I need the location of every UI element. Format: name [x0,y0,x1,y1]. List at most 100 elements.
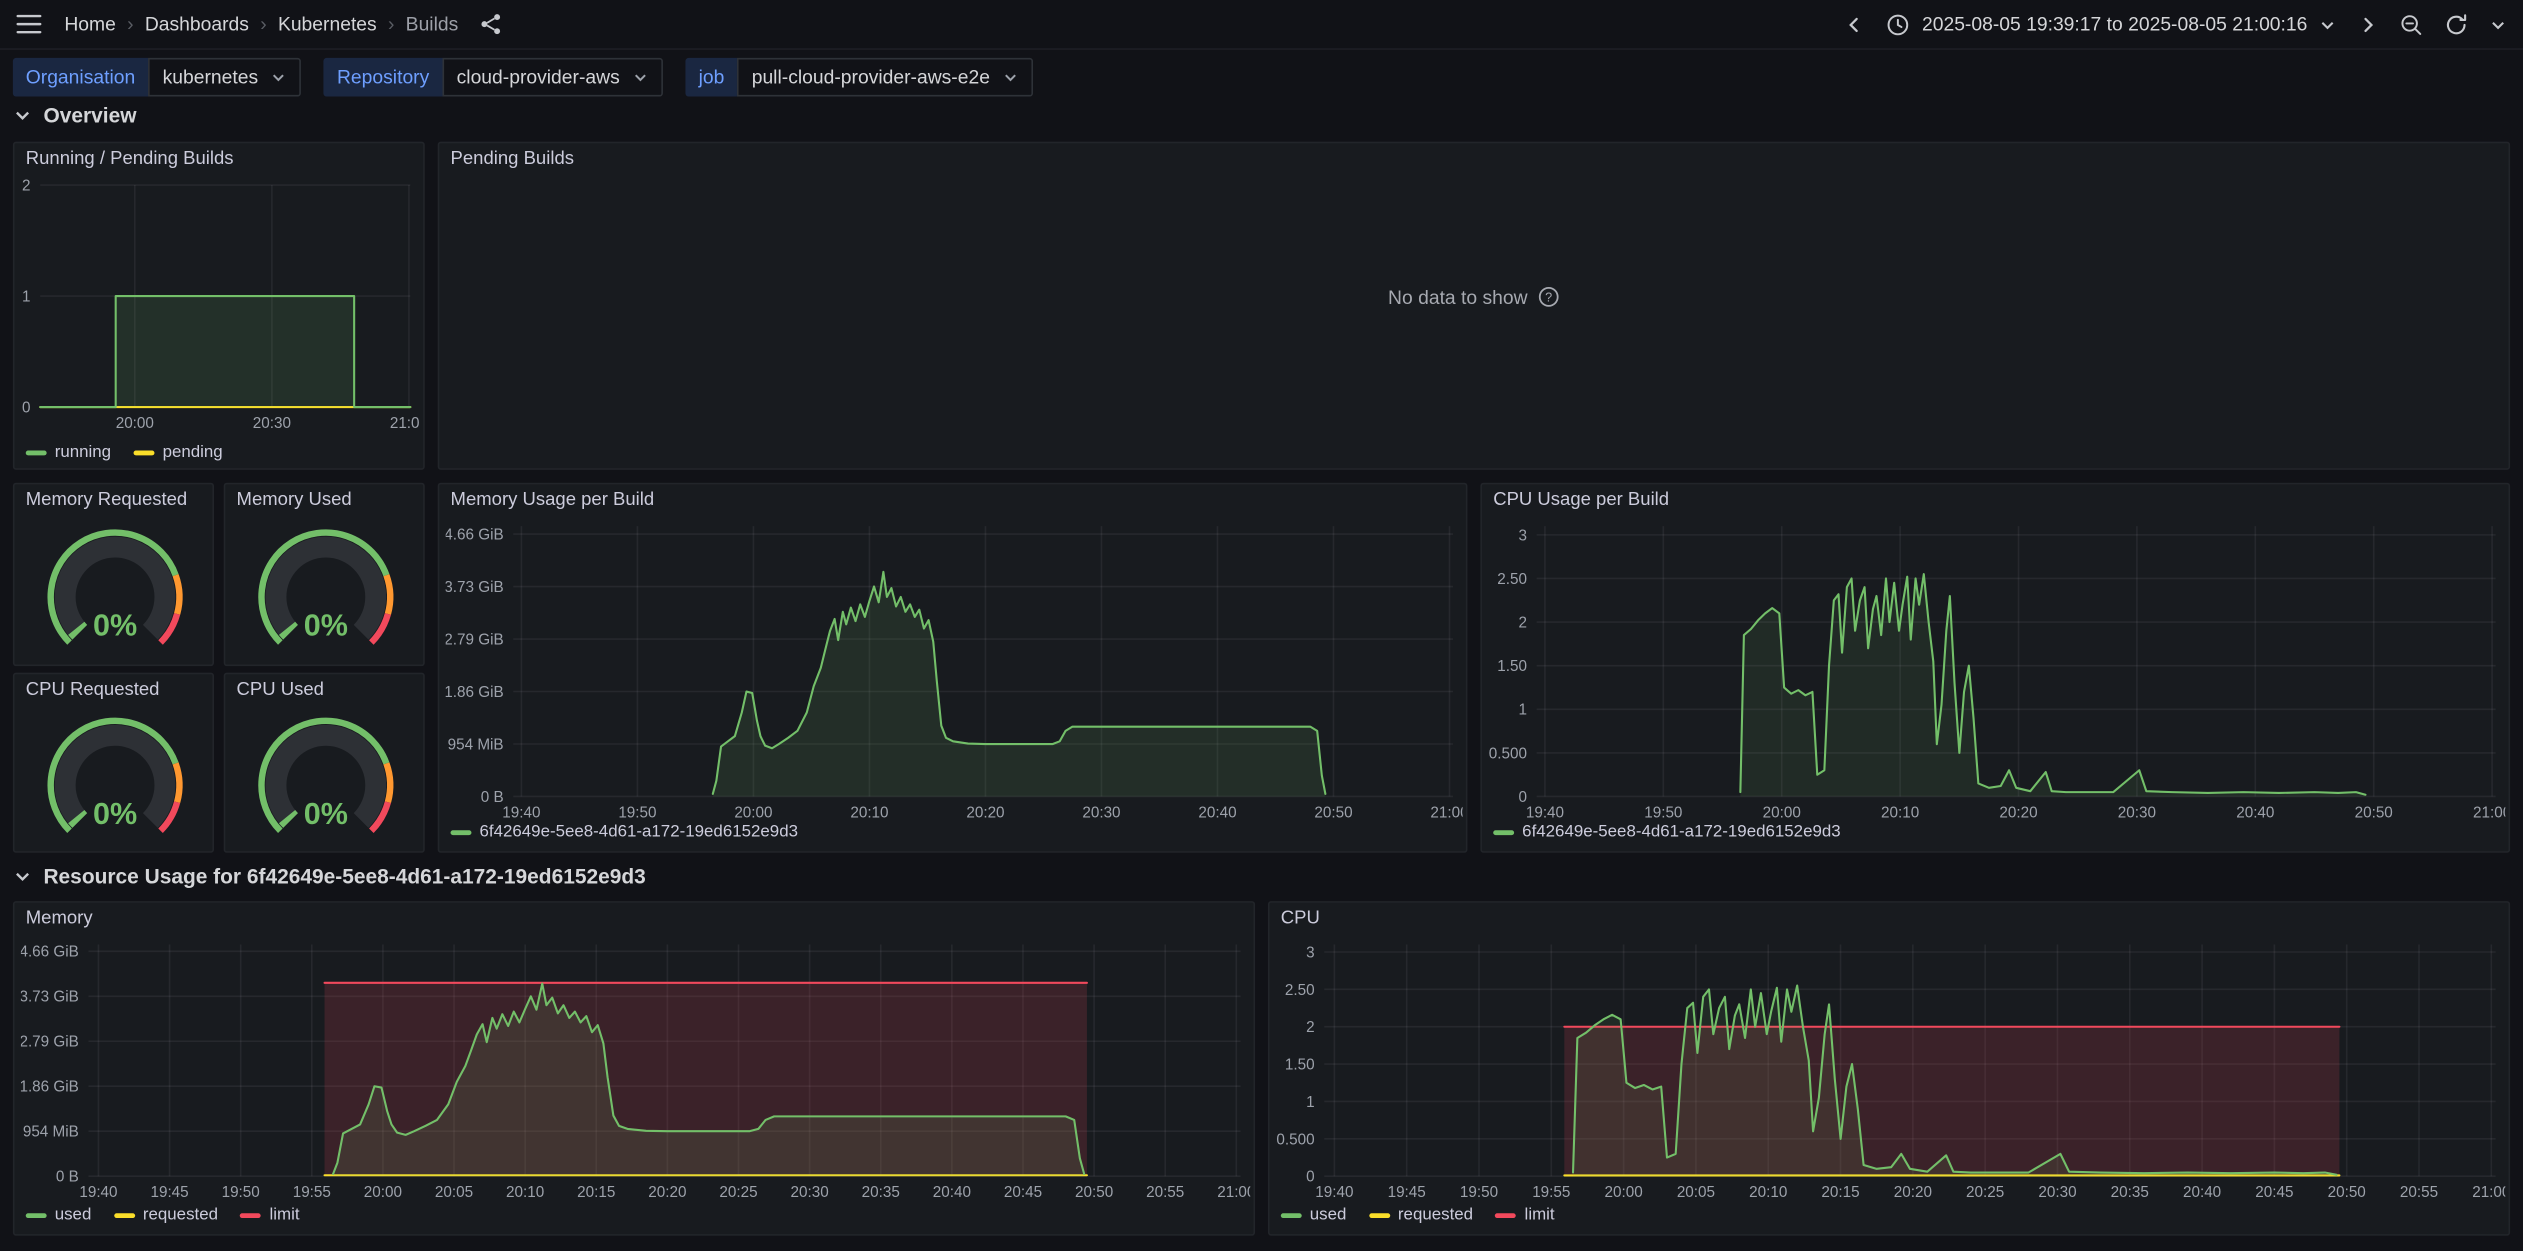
svg-text:20:20: 20:20 [966,804,1004,821]
svg-text:19:50: 19:50 [1644,804,1682,821]
legend-label: used [1310,1205,1347,1224]
svg-text:1.50: 1.50 [1285,1057,1315,1074]
section-overview[interactable]: Overview [13,103,137,127]
svg-text:20:25: 20:25 [719,1184,757,1201]
breadcrumb-separator: › [260,14,266,33]
legend-item-6f42649e-5ee8-4d61-a172-19ed6152e9d3[interactable]: 6f42649e-5ee8-4d61-a172-19ed6152e9d3 [1493,822,1840,841]
legend-label: pending [163,442,223,461]
svg-text:20:00: 20:00 [734,804,772,821]
svg-text:20:35: 20:35 [862,1184,900,1201]
legend-item-requested[interactable]: requested [114,1205,218,1224]
chart-cpu-usage-per-build[interactable]: 00.50011.5022.50319:4019:5020:0020:1020:… [1488,517,2505,826]
svg-text:3: 3 [1306,944,1315,961]
svg-text:4.66 GiB: 4.66 GiB [21,944,79,961]
breadcrumb-kubernetes[interactable]: Kubernetes [278,13,377,36]
question-circle-icon[interactable]: ? [1539,287,1560,308]
panel-cpu: CPU 00.50011.5022.50319:4019:4519:5019:5… [1268,901,2510,1236]
filter-repository-value[interactable]: cloud-provider-aws [442,58,663,97]
svg-text:20:05: 20:05 [435,1184,473,1201]
svg-text:1.86 GiB: 1.86 GiB [21,1079,79,1096]
panel-memory-usage-per-build: Memory Usage per Build 0 B954 MiB1.86 Gi… [438,483,1468,853]
svg-text:0 B: 0 B [481,789,504,806]
panel-title[interactable]: Memory [26,909,93,928]
svg-text:19:45: 19:45 [1388,1184,1426,1201]
svg-text:?: ? [1546,291,1553,305]
time-shift-back-icon[interactable] [1845,14,1866,35]
svg-text:19:55: 19:55 [293,1184,331,1201]
refresh-icon[interactable] [2444,12,2468,36]
chart-memory-usage-per-build[interactable]: 0 B954 MiB1.86 GiB2.79 GiB3.73 GiB4.66 G… [446,517,1463,826]
chart-memory[interactable]: 0 B954 MiB1.86 GiB2.79 GiB3.73 GiB4.66 G… [21,935,1250,1205]
svg-text:20:00: 20:00 [1763,804,1801,821]
svg-text:19:40: 19:40 [1315,1184,1353,1201]
svg-text:0: 0 [22,400,31,417]
legend-item-limit[interactable]: limit [241,1205,300,1224]
refresh-interval-dropdown-icon[interactable] [2489,15,2507,33]
breadcrumb-builds[interactable]: Builds [406,13,459,36]
time-range-picker[interactable]: 2025-08-05 19:39:17 to 2025-08-05 21:00:… [1887,12,2337,36]
variable-filters: Organisation kubernetes Repository cloud… [13,58,1034,97]
filter-job-label: job [686,58,738,97]
panel-title[interactable]: CPU Requested [26,681,160,700]
legend-item-6f42649e-5ee8-4d61-a172-19ed6152e9d3[interactable]: 6f42649e-5ee8-4d61-a172-19ed6152e9d3 [451,822,798,841]
svg-text:21:00: 21:00 [1430,804,1462,821]
panel-cpu-usage-per-build: CPU Usage per Build 00.50011.5022.50319:… [1480,483,2510,853]
no-data-message: No data to show ? [439,286,2508,309]
panel-title[interactable]: Memory Usage per Build [451,491,655,510]
legend-label: requested [143,1205,218,1224]
time-range-label: 2025-08-05 19:39:17 to 2025-08-05 21:00:… [1922,13,2307,36]
filter-job: job pull-cloud-provider-aws-e2e [686,58,1034,97]
svg-text:1.50: 1.50 [1497,658,1527,675]
legend-swatch [1493,829,1514,834]
legend-item-used[interactable]: used [26,1205,92,1224]
filter-organisation-value[interactable]: kubernetes [148,58,301,97]
gauge-memory-used: 0% [225,517,426,665]
panel-memory-requested: Memory Requested 0% [13,483,214,666]
panel-pending-builds: Pending Builds No data to show ? [438,142,2510,470]
panel-title[interactable]: Memory Used [237,491,352,510]
legend-item-used[interactable]: used [1281,1205,1347,1224]
panel-title[interactable]: Pending Builds [451,150,574,169]
legend-cpu-usage-per-build: 6f42649e-5ee8-4d61-a172-19ed6152e9d3 [1493,822,1840,841]
panel-title[interactable]: CPU Used [237,681,324,700]
legend-item-limit[interactable]: limit [1496,1205,1555,1224]
chart-cpu[interactable]: 00.50011.5022.50319:4019:4519:5019:5520:… [1276,935,2505,1205]
svg-text:20:30: 20:30 [791,1184,829,1201]
legend-swatch [26,1212,47,1217]
section-resource-usage[interactable]: Resource Usage for 6f42649e-5ee8-4d61-a1… [13,864,646,888]
svg-text:3.73 GiB: 3.73 GiB [446,579,504,596]
menu-icon[interactable] [16,13,42,36]
svg-text:3.73 GiB: 3.73 GiB [21,989,79,1006]
legend-item-requested[interactable]: requested [1369,1205,1473,1224]
svg-text:2: 2 [1518,615,1527,632]
svg-text:20:00: 20:00 [116,415,154,432]
svg-text:1: 1 [22,289,31,306]
zoom-out-icon[interactable] [2399,12,2423,36]
svg-text:0: 0 [1306,1169,1315,1186]
breadcrumb-home[interactable]: Home [64,13,116,36]
chevron-down-icon [633,69,649,85]
section-overview-title: Overview [43,103,136,127]
chart-running-pending-builds[interactable]: 01220:0020:3021:00 [18,175,420,436]
panel-title[interactable]: Memory Requested [26,491,187,510]
panel-title[interactable]: Running / Pending Builds [26,150,234,169]
time-shift-forward-icon[interactable] [2357,14,2378,35]
svg-text:0.500: 0.500 [1489,745,1527,762]
svg-text:20:30: 20:30 [2038,1184,2076,1201]
legend-item-running[interactable]: running [26,442,111,461]
legend-item-pending[interactable]: pending [134,442,223,461]
svg-text:19:50: 19:50 [1460,1184,1498,1201]
share-icon[interactable] [479,13,502,36]
legend-memory-usage-per-build: 6f42649e-5ee8-4d61-a172-19ed6152e9d3 [451,822,798,841]
panel-title[interactable]: CPU Usage per Build [1493,491,1669,510]
svg-text:20:50: 20:50 [2328,1184,2366,1201]
gauge-memory-requested: 0% [14,517,215,665]
panel-cpu-requested: CPU Requested 0% [13,673,214,853]
svg-text:2: 2 [1306,1019,1315,1036]
panel-title[interactable]: CPU [1281,909,1320,928]
svg-text:20:20: 20:20 [1999,804,2037,821]
clock-icon [1887,12,1911,36]
breadcrumb-dashboards[interactable]: Dashboards [145,13,249,36]
filter-job-value[interactable]: pull-cloud-provider-aws-e2e [737,58,1033,97]
svg-text:19:55: 19:55 [1532,1184,1570,1201]
